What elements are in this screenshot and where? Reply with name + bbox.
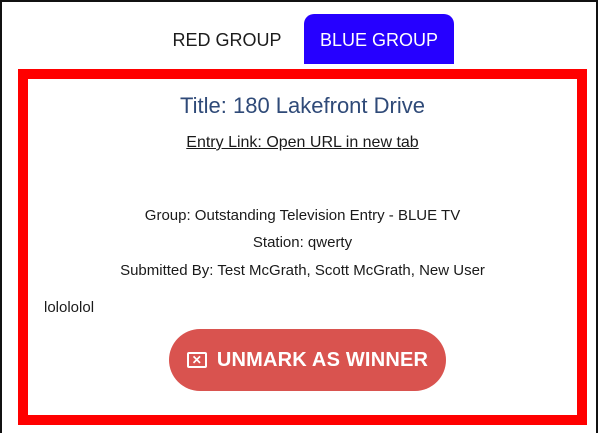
entry-station: Station: qwerty <box>252 234 353 251</box>
tab-blue-group[interactable]: BLUE GROUP <box>304 14 454 64</box>
page-frame: RED GROUP BLUE GROUP Title: 180 Lakefron… <box>0 0 598 433</box>
entry-link-row: Entry Link: Open URL in new tab <box>28 134 577 152</box>
entry-title: Title: 180 Lakefront Drive <box>180 93 425 118</box>
entry-panel: Title: 180 Lakefront Drive Entry Link: O… <box>18 69 587 425</box>
tab-red-group[interactable]: RED GROUP <box>157 14 297 64</box>
group-tabs: RED GROUP BLUE GROUP <box>2 14 596 64</box>
x-box-icon: ✕ <box>186 352 207 368</box>
entry-note: lolololol <box>44 299 95 316</box>
unmark-winner-label: UNMARK AS WINNER <box>216 348 429 371</box>
entry-submitted-by: Submitted By: Test McGrath, Scott McGrat… <box>120 262 485 279</box>
entry-link[interactable]: Entry Link: Open URL in new tab <box>186 134 418 151</box>
entry-group: Group: Outstanding Television Entry - BL… <box>144 207 461 224</box>
unmark-winner-button[interactable]: ✕ UNMARK AS WINNER <box>169 329 446 391</box>
